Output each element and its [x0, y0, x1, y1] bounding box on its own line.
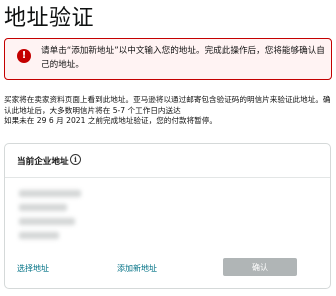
redacted-address-line: [19, 232, 59, 239]
error-alert: ! 请单击“添加新地址”以中文输入您的地址。完成此操作后，您将能够确认自己的地址…: [4, 38, 332, 80]
confirm-button[interactable]: 确认: [223, 258, 297, 276]
address-card-header: 当前企业地址 i: [5, 144, 330, 178]
info-icon[interactable]: i: [70, 154, 81, 165]
verification-info: 买家将在卖家资料页面上看到此地址。亚马逊将以通过邮寄包含验证码的明信片来验证此地…: [4, 95, 334, 127]
select-address-link[interactable]: 选择地址: [17, 263, 49, 274]
redacted-address-line: [19, 190, 81, 197]
alert-message: 请单击“添加新地址”以中文输入您的地址。完成此操作后，您将能够确认自己的地址。: [41, 46, 325, 70]
redacted-address-line: [19, 218, 75, 225]
page-title: 地址验证: [4, 6, 95, 31]
info-text-1: 买家将在卖家资料页面上看到此地址。亚马逊将以通过邮寄包含验证码的明信片来验证此地…: [4, 95, 331, 115]
address-card: 当前企业地址 i 选择地址 添加新地址 确认: [4, 143, 331, 289]
info-text-2: 如果未在 29 6 月 2021 之前完成地址验证，您的付款将暂停。: [4, 116, 217, 125]
address-card-title: 当前企业地址: [17, 157, 69, 167]
redacted-address-line: [19, 204, 67, 211]
alert-exclamation-icon: !: [17, 49, 31, 63]
add-new-address-link[interactable]: 添加新地址: [117, 263, 157, 274]
